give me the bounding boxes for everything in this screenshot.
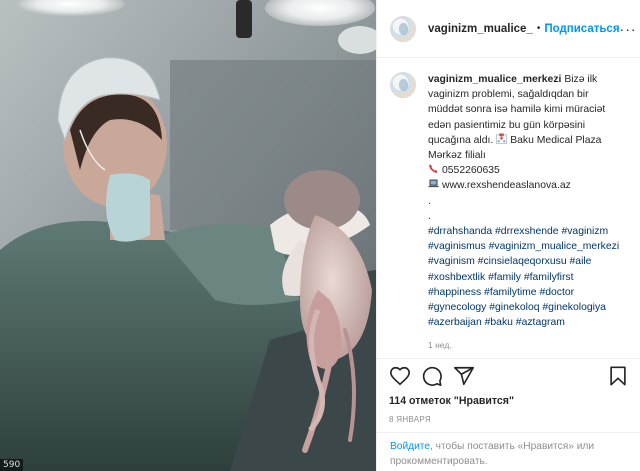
- caption-timestamp[interactable]: 1 нед.: [428, 340, 627, 350]
- follow-button[interactable]: Подписаться: [544, 23, 619, 35]
- caption-dot-1: .: [428, 195, 431, 207]
- caption-area: vaginizm_mualice_merkezi Bizə ilk vagini…: [377, 58, 640, 358]
- caption-hashtags[interactable]: #drrahshanda #drrexshende #vaginizm #vag…: [428, 224, 624, 330]
- caption-username[interactable]: vaginizm_mualice_merkezi: [428, 74, 561, 85]
- comment-icon[interactable]: [421, 365, 443, 387]
- bookmark-icon[interactable]: [607, 365, 629, 387]
- author-username[interactable]: vaginizm_mualice_: [428, 23, 533, 35]
- caption-website: www.rexshendeaslanova.az: [442, 180, 571, 192]
- photo-illustration: [0, 0, 376, 471]
- heart-icon[interactable]: [389, 365, 411, 387]
- caption-body: vaginizm_mualice_merkezi Bizə ilk vagini…: [428, 72, 624, 330]
- likes-label: "Нравится": [453, 395, 515, 407]
- phone-icon: [429, 164, 438, 173]
- hospital-icon: [496, 133, 508, 144]
- caption-first-line: vaginizm_mualice_merkezi Bizə ilk vagini…: [428, 72, 624, 163]
- likes-count[interactable]: 114 отметок "Нравится": [389, 395, 629, 407]
- post-date: 8 января: [389, 415, 431, 424]
- login-link[interactable]: Войдите: [390, 441, 430, 452]
- laptop-icon: [428, 180, 439, 188]
- post-photo[interactable]: 590: [0, 0, 376, 471]
- caption-phone-line: 0552260635: [428, 163, 624, 178]
- photo-corner-badge: 590: [0, 459, 24, 471]
- header-separator: •: [536, 23, 541, 34]
- caption-dot-2: .: [428, 210, 431, 222]
- caption-phone: 0552260635: [442, 165, 500, 177]
- author-avatar[interactable]: [390, 15, 416, 42]
- caption-website-line: www.rexshendeaslanova.az: [428, 178, 624, 193]
- share-icon[interactable]: [453, 365, 475, 387]
- login-prompt: Войдите, чтобы поставить «Нравится» или …: [377, 432, 640, 471]
- caption-avatar[interactable]: [390, 72, 416, 98]
- more-options-icon[interactable]: ···: [620, 21, 637, 37]
- post-header: vaginizm_mualice_ • Подписаться ···: [377, 0, 640, 58]
- post-side-panel: vaginizm_mualice_ • Подписаться ··· vagi…: [376, 0, 640, 471]
- likes-number: 114 отметок: [389, 395, 451, 407]
- caption-row: vaginizm_mualice_merkezi Bizə ilk vagini…: [390, 72, 627, 330]
- action-icon-row: [389, 365, 629, 387]
- post-actions: 114 отметок "Нравится" 8 января: [377, 358, 640, 424]
